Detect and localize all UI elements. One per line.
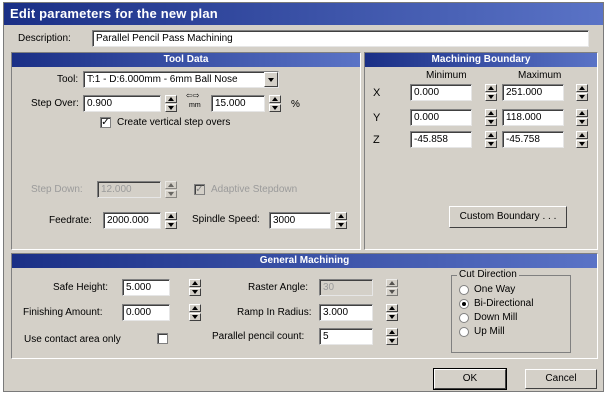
step-down-spinner[interactable] <box>165 181 177 198</box>
vertical-stepovers-label: Create vertical step overs <box>117 117 231 128</box>
step-over-input[interactable]: 0.900 <box>83 95 161 112</box>
step-over-spinner[interactable] <box>165 95 177 112</box>
minimum-header: Minimum <box>426 70 467 81</box>
radio-one-way[interactable] <box>459 285 469 295</box>
safe-height-spinner[interactable] <box>189 279 201 296</box>
contact-area-label: Use contact area only <box>24 334 121 345</box>
step-over-unit-label: mm <box>189 102 201 109</box>
vertical-stepovers-checkbox[interactable]: ✓ <box>100 117 111 128</box>
radio-down-mill[interactable] <box>459 313 469 323</box>
ramp-in-radius-label: Ramp In Radius: <box>237 307 312 318</box>
feedrate-input[interactable]: 2000.000 <box>103 212 161 229</box>
general-machining-heading: General Machining <box>12 254 597 268</box>
x-min-spinner[interactable] <box>485 84 497 101</box>
edit-plan-dialog: Edit parameters for the new plan Descrip… <box>3 2 604 392</box>
y-min-input[interactable]: 0.000 <box>410 109 472 126</box>
step-over-label: Step Over: <box>31 98 79 109</box>
x-max-spinner[interactable] <box>576 84 588 101</box>
ramp-in-radius-input[interactable]: 3.000 <box>319 304 373 321</box>
adaptive-stepdown-label: Adaptive Stepdown <box>211 184 298 195</box>
down-mill-label: Down Mill <box>474 312 518 323</box>
x-max-input[interactable]: 251.000 <box>502 84 564 101</box>
feedrate-label: Feedrate: <box>49 215 92 226</box>
bi-directional-label: Bi-Directional <box>474 298 534 309</box>
z-min-spinner[interactable] <box>485 131 497 148</box>
ok-button[interactable]: OK <box>433 368 507 390</box>
axis-x-label: X <box>373 87 381 99</box>
y-max-spinner[interactable] <box>576 109 588 126</box>
spindle-speed-input[interactable]: 3000 <box>269 212 331 229</box>
z-max-input[interactable]: -45.758 <box>502 131 564 148</box>
axis-z-label: Z <box>373 134 380 146</box>
raster-angle-spinner[interactable] <box>386 279 398 296</box>
tool-dropdown-arrow-icon[interactable] <box>264 72 278 87</box>
adaptive-stepdown-checkbox[interactable]: ✓ <box>194 184 205 195</box>
spindle-speed-label: Spindle Speed: <box>192 214 260 225</box>
dialog-title: Edit parameters for the new plan <box>4 3 603 25</box>
tool-label: Tool: <box>57 74 79 85</box>
ramp-in-radius-spinner[interactable] <box>386 304 398 321</box>
radio-bi-directional[interactable] <box>459 299 469 309</box>
safe-height-label: Safe Height: <box>53 282 109 293</box>
step-over-percent-spinner[interactable] <box>269 95 281 112</box>
link-arrows-icon[interactable]: ⇦⇨ <box>186 91 199 100</box>
contact-area-checkbox[interactable] <box>157 333 168 344</box>
pencil-count-spinner[interactable] <box>386 328 398 345</box>
finishing-amount-spinner[interactable] <box>189 304 201 321</box>
y-min-spinner[interactable] <box>485 109 497 126</box>
radio-up-mill[interactable] <box>459 327 469 337</box>
cut-direction-title: Cut Direction <box>457 269 519 280</box>
finishing-amount-label: Finishing Amount: <box>23 307 103 318</box>
spindle-speed-spinner[interactable] <box>335 212 347 229</box>
z-max-spinner[interactable] <box>576 131 588 148</box>
description-label: Description: <box>18 33 71 44</box>
description-input[interactable]: Parallel Pencil Pass Machining <box>92 30 589 47</box>
machining-boundary-heading: Machining Boundary <box>365 53 597 67</box>
z-min-input[interactable]: -45.858 <box>410 131 472 148</box>
tool-data-heading: Tool Data <box>12 53 360 67</box>
pencil-count-input[interactable]: 5 <box>319 328 373 345</box>
safe-height-input[interactable]: 5.000 <box>122 279 170 296</box>
step-over-percent-input[interactable]: 15.000 <box>211 95 265 112</box>
raster-angle-input[interactable]: 30 <box>319 279 373 296</box>
pencil-count-label: Parallel pencil count: <box>212 331 305 342</box>
step-down-label: Step Down: <box>31 184 83 195</box>
step-down-input[interactable]: 12.000 <box>97 181 161 198</box>
one-way-label: One Way <box>474 284 516 295</box>
maximum-header: Maximum <box>518 70 562 81</box>
up-mill-label: Up Mill <box>474 326 505 337</box>
custom-boundary-button[interactable]: Custom Boundary . . . <box>449 206 567 228</box>
tool-select[interactable]: T:1 - D:6.000mm - 6mm Ball Nose <box>83 71 279 88</box>
x-min-input[interactable]: 0.000 <box>410 84 472 101</box>
feedrate-spinner[interactable] <box>165 212 177 229</box>
axis-y-label: Y <box>373 112 381 124</box>
y-max-input[interactable]: 118.000 <box>502 109 564 126</box>
finishing-amount-input[interactable]: 0.000 <box>122 304 170 321</box>
cancel-button[interactable]: Cancel <box>525 369 597 389</box>
percent-sign: % <box>291 99 300 110</box>
raster-angle-label: Raster Angle: <box>248 282 309 293</box>
